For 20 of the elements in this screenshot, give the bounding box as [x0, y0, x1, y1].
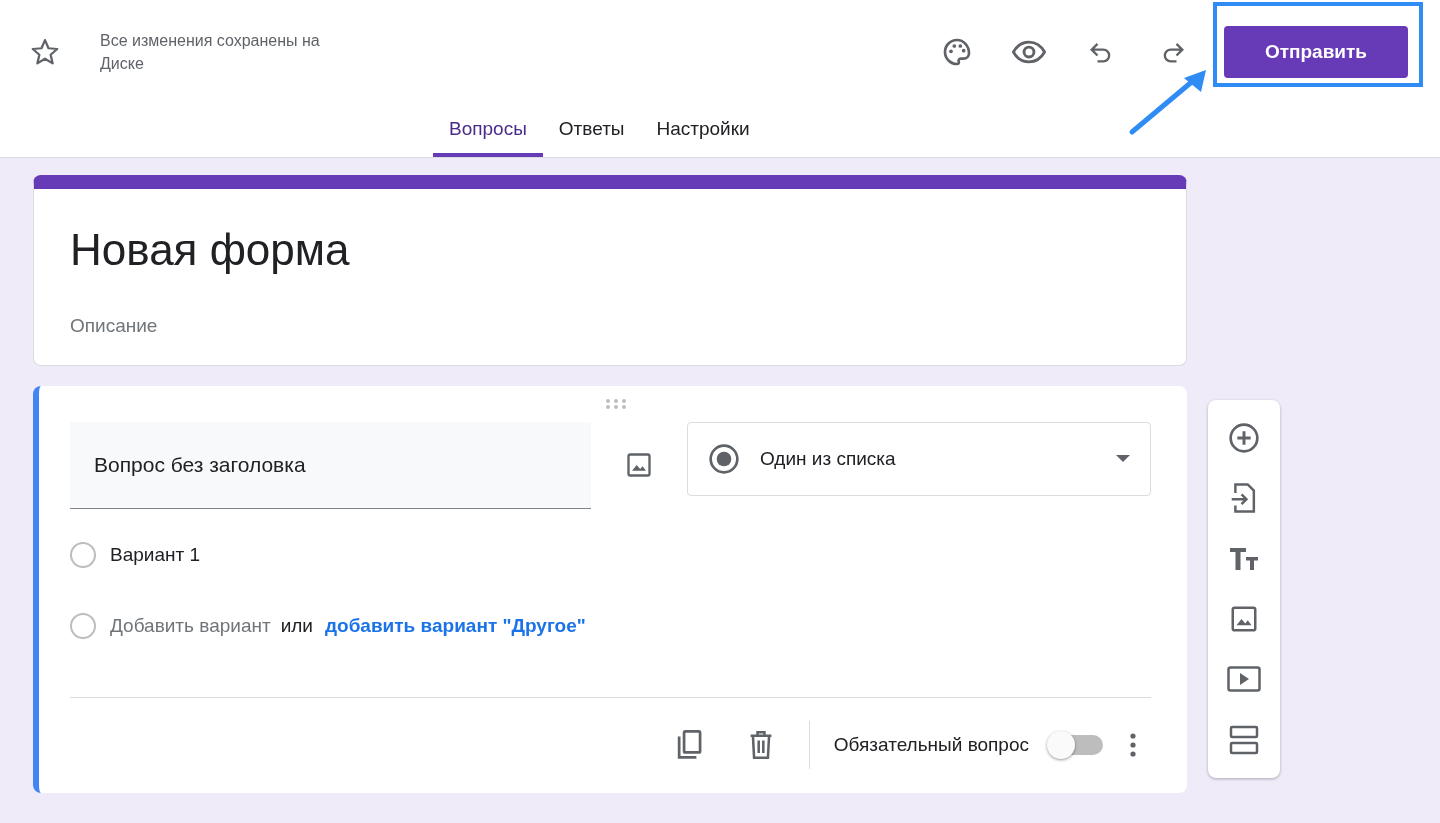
- form-title[interactable]: Новая форма: [70, 225, 1150, 275]
- tab[interactable]: Настройки: [640, 104, 766, 157]
- or-text: или: [280, 614, 313, 637]
- required-label: Обязательный вопрос: [833, 734, 1029, 756]
- add-other-link[interactable]: добавить вариант "Другое": [324, 614, 586, 637]
- radio-icon: [708, 443, 740, 475]
- caret-icon: [1116, 455, 1130, 463]
- star-icon[interactable]: [30, 37, 60, 67]
- radio-circle-icon: [70, 612, 96, 639]
- tab[interactable]: Вопросы: [433, 104, 543, 157]
- radio-circle-icon: [70, 541, 96, 568]
- send-button[interactable]: Отправить: [1224, 26, 1408, 78]
- option-label[interactable]: Вариант 1: [110, 543, 201, 566]
- question-type-label: Один из списка: [760, 448, 897, 470]
- drag-handle-icon[interactable]: [604, 398, 628, 410]
- add-option-field[interactable]: Добавить вариант: [110, 614, 271, 637]
- question-title-field[interactable]: Вопрос без заголовка: [70, 422, 591, 509]
- save-status: Все изменения сохранены на Диске: [100, 31, 321, 74]
- question-type-dropdown[interactable]: Один из списка: [687, 422, 1151, 496]
- tab[interactable]: Ответы: [542, 104, 641, 157]
